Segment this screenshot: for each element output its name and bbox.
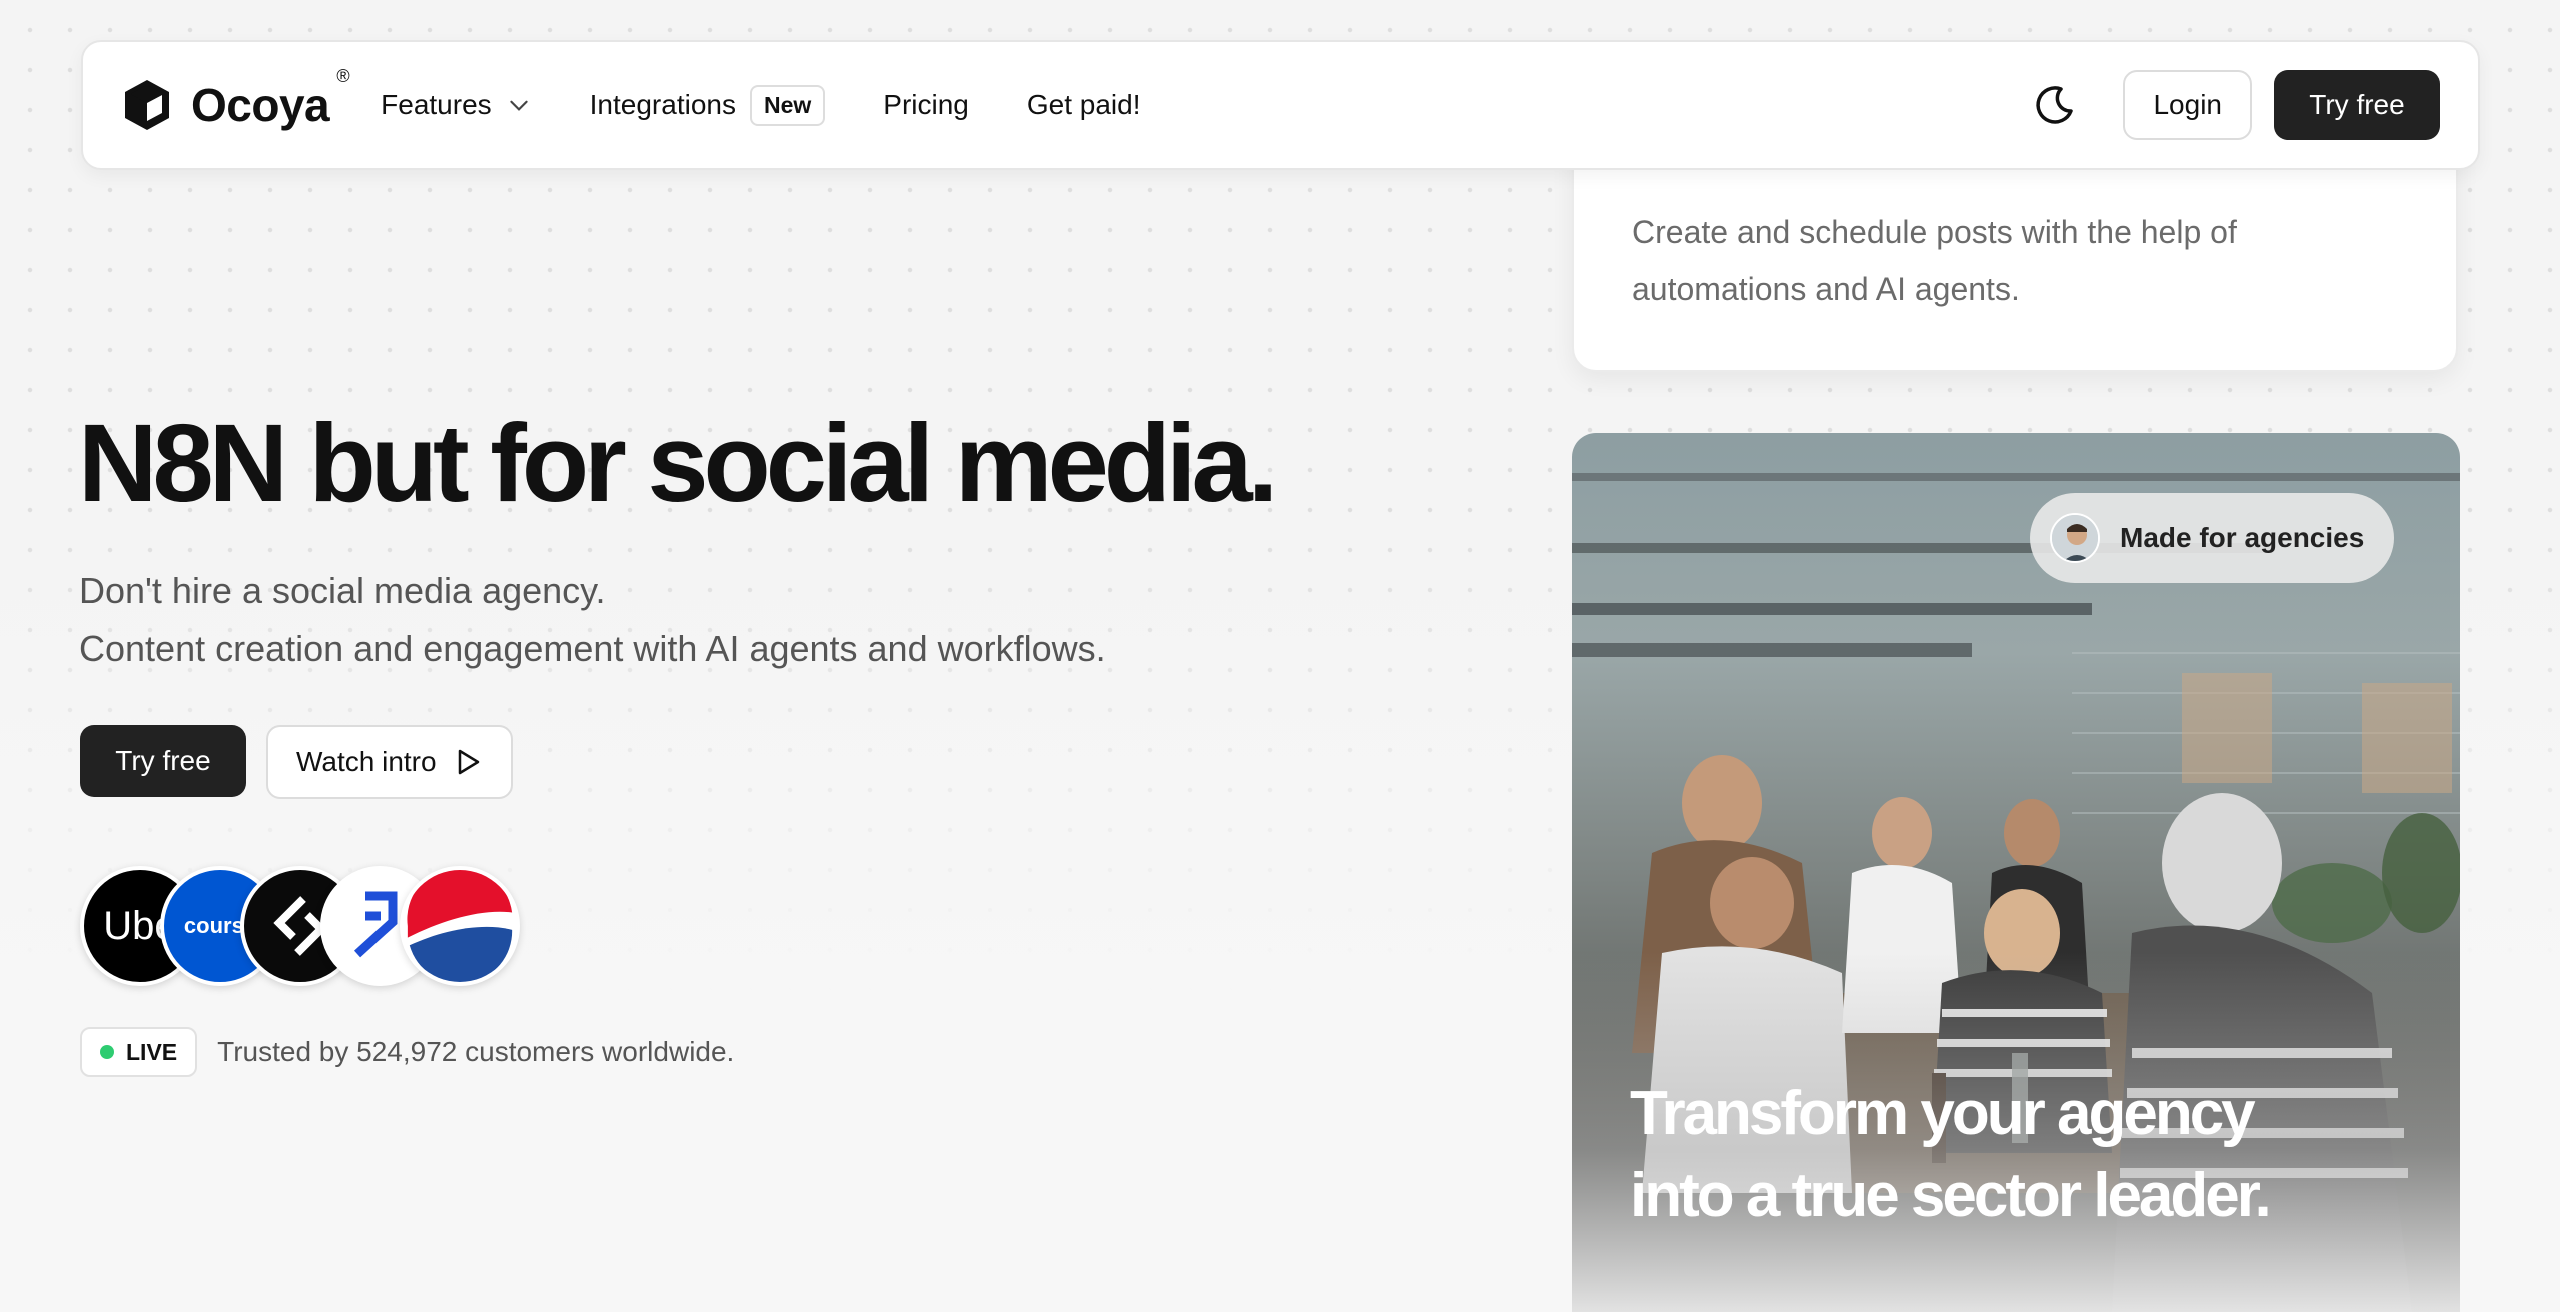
- photo-headline-line-1: Transform your agency: [1630, 1079, 2256, 1148]
- feature-card-text: Create and schedule posts with the help …: [1632, 214, 2237, 307]
- login-button[interactable]: Login: [2123, 70, 2252, 140]
- trusted-customers-text: Trusted by 524,972 customers worldwide.: [217, 1036, 735, 1067]
- nav-integrations-label: Integrations: [589, 89, 736, 120]
- hero-try-free-button[interactable]: Try free: [80, 725, 246, 797]
- live-stats: LIVE Trusted by 524,972 customers worldw…: [80, 1027, 734, 1077]
- agency-photo-card[interactable]: Made for agencies Transform your agency …: [1572, 433, 2460, 1312]
- hero-title: N8N but for social media.: [78, 402, 1278, 525]
- made-for-agencies-label: Made for agencies: [2120, 522, 2365, 553]
- brand-name: Ocoya ®: [191, 66, 350, 132]
- hero-subtitle-line-2: Content creation and engagement with AI …: [79, 628, 1106, 669]
- avatar: [2050, 513, 2100, 563]
- nav-get-paid-label: Get paid!: [1026, 89, 1141, 120]
- photo-card-headline: Transform your agency into a true sector…: [1630, 1073, 2330, 1237]
- watch-intro-button[interactable]: Watch intro: [266, 725, 513, 799]
- watch-intro-label: Watch intro: [296, 746, 437, 777]
- top-navbar: Ocoya ® Features Integrations New Pricin…: [81, 40, 2480, 170]
- chevron-down-icon: [509, 100, 528, 111]
- hero-subtitle: Don't hire a social media agency. Conten…: [79, 562, 1106, 678]
- person-avatar-icon: [2052, 515, 2098, 561]
- customer-logos: Ube course: [80, 866, 520, 986]
- photo-headline-line-2: into a true sector leader.: [1630, 1161, 2272, 1230]
- nav-pricing-label: Pricing: [883, 89, 969, 120]
- pepsi-logo: [400, 866, 520, 986]
- new-badge: New: [749, 84, 826, 126]
- nav-links: Features Integrations New Pricing Get pa…: [381, 84, 1141, 126]
- hero-subtitle-line-1: Don't hire a social media agency.: [79, 570, 606, 611]
- nav-features-label: Features: [381, 89, 492, 120]
- live-dot-icon: [100, 1045, 114, 1059]
- brand-logo[interactable]: Ocoya ®: [121, 66, 350, 133]
- nav-features[interactable]: Features: [381, 89, 532, 121]
- live-badge-label: LIVE: [126, 1038, 178, 1065]
- registered-mark: ®: [336, 66, 350, 86]
- made-for-agencies-pill: Made for agencies: [2030, 493, 2395, 583]
- play-icon: [458, 749, 479, 775]
- nav-get-paid[interactable]: Get paid!: [1027, 89, 1141, 121]
- cube-logo-icon: [125, 80, 169, 130]
- live-badge: LIVE: [80, 1027, 198, 1077]
- moon-icon[interactable]: [2031, 81, 2079, 129]
- nav-pricing[interactable]: Pricing: [883, 89, 969, 121]
- nav-integrations[interactable]: Integrations New: [589, 84, 826, 126]
- nav-actions: Login Try free: [2031, 70, 2440, 140]
- pepsi-globe-icon: [405, 870, 515, 982]
- hero-cta-group: Try free Watch intro: [80, 725, 513, 799]
- brand-name-text: Ocoya: [191, 79, 330, 131]
- nav-try-free-button[interactable]: Try free: [2274, 70, 2440, 140]
